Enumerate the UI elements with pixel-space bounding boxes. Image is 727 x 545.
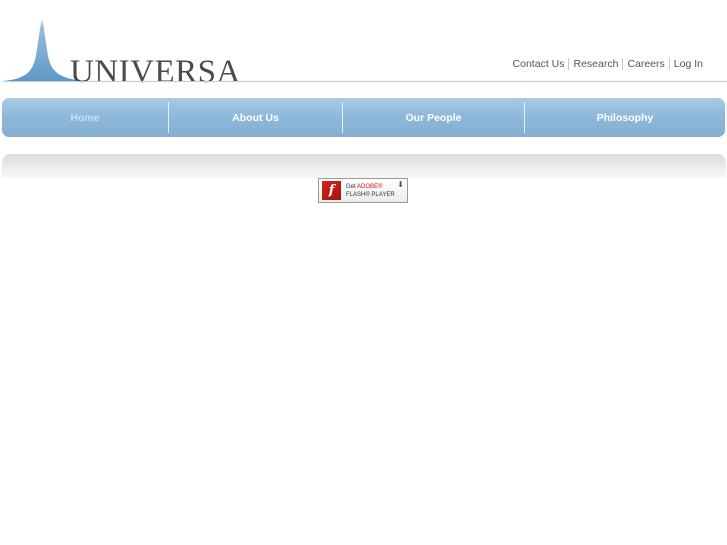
page: UNIVERSA Contact Us Research Careers Log… [0, 0, 727, 545]
nav-item-philosophy[interactable]: Philosophy [525, 98, 725, 137]
header-divider [3, 81, 727, 82]
flash-badge-text: Get ADOBE® FLASH® PLAYER [346, 183, 395, 199]
careers-link[interactable]: Careers [623, 58, 668, 70]
universa-logo[interactable]: UNIVERSA [3, 18, 240, 89]
get-flash-player-button[interactable]: f Get ADOBE® FLASH® PLAYER ⬇ [318, 178, 408, 203]
header: UNIVERSA Contact Us Research Careers Log… [0, 0, 727, 89]
flash-badge-line1: Get ADOBE® [346, 183, 383, 190]
flash-badge-line2: FLASH® PLAYER [346, 191, 395, 198]
log-in-link[interactable]: Log In [670, 58, 707, 70]
contact-us-link[interactable]: Contact Us [509, 58, 569, 70]
nav-item-our-people[interactable]: Our People [343, 98, 524, 137]
content-top-bar [2, 154, 726, 178]
top-links: Contact Us Research Careers Log In [509, 58, 707, 70]
download-arrow-icon: ⬇ [397, 180, 404, 189]
nav-item-home[interactable]: Home [2, 98, 168, 137]
nav-item-about-us[interactable]: About Us [169, 98, 342, 137]
research-link[interactable]: Research [569, 58, 622, 70]
logo-wordmark: UNIVERSA [70, 54, 241, 90]
main-nav: Home About Us Our People Philosophy [2, 98, 725, 137]
flash-f-icon: f [322, 181, 341, 200]
